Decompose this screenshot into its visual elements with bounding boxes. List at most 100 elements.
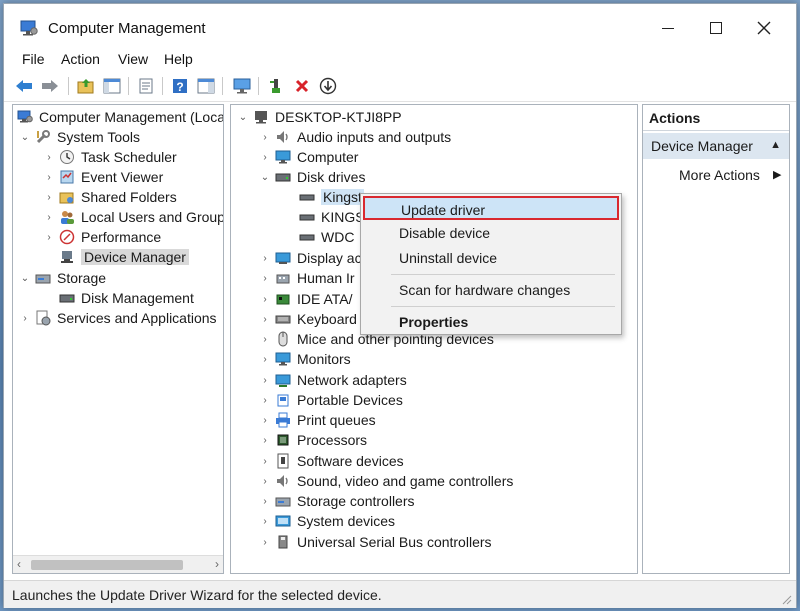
minimize-button[interactable] xyxy=(648,14,688,42)
chevron-right-icon[interactable]: › xyxy=(259,131,271,143)
monitor-icon xyxy=(275,352,291,366)
chevron-down-icon[interactable]: ⌄ xyxy=(259,171,271,183)
uninstall-x-icon[interactable] xyxy=(292,76,312,96)
properties-icon[interactable] xyxy=(136,76,156,96)
device-category-audio[interactable]: › Audio inputs and outputs xyxy=(259,127,451,147)
device-category-software[interactable]: › Software devices xyxy=(259,451,403,471)
tree-node-event-viewer[interactable]: › Event Viewer xyxy=(43,167,163,187)
update-driver-menu-item[interactable]: Update driver xyxy=(363,196,619,220)
update-driver-label: Update driver xyxy=(401,202,486,218)
chevron-right-icon[interactable]: › xyxy=(259,293,271,305)
chevron-right-icon[interactable]: › xyxy=(259,151,271,163)
device-category-network[interactable]: › Network adapters xyxy=(259,370,406,390)
close-button[interactable] xyxy=(744,14,784,42)
scroll-right-icon[interactable]: › xyxy=(215,557,219,571)
resize-grip-icon[interactable] xyxy=(780,593,792,605)
device-category-disk-drives[interactable]: ⌄ Disk drives xyxy=(259,167,366,187)
scan-hardware-menu-item[interactable]: Scan for hardware changes xyxy=(363,278,619,302)
chevron-right-icon[interactable]: › xyxy=(259,252,271,264)
chevron-right-icon[interactable]: › xyxy=(259,495,271,507)
device-category-storage-controllers[interactable]: › Storage controllers xyxy=(259,491,414,511)
uninstall-device-menu-item[interactable]: Uninstall device xyxy=(363,246,619,270)
device-category-sound[interactable]: › Sound, video and game controllers xyxy=(259,471,513,491)
help-pane-icon[interactable] xyxy=(196,76,216,96)
device-category-label: Sound, video and game controllers xyxy=(297,473,514,489)
collapse-triangle-icon[interactable]: ▲ xyxy=(770,139,781,151)
console-tree-pane[interactable]: Computer Management (Local ⌄ System Tool… xyxy=(12,104,224,574)
chevron-down-icon[interactable]: ⌄ xyxy=(237,111,249,123)
tree-node-services[interactable]: › Services and Applications xyxy=(19,308,216,328)
device-disk-1[interactable]: Kingst xyxy=(299,187,364,207)
menu-bar: File Action View Help xyxy=(4,48,796,70)
menu-file[interactable]: File xyxy=(22,51,45,67)
scan-hardware-icon[interactable] xyxy=(266,76,286,96)
device-category-ide[interactable]: › IDE ATA/ xyxy=(259,289,352,309)
chevron-right-icon[interactable]: › xyxy=(43,231,55,243)
tree-node-system-tools[interactable]: ⌄ System Tools xyxy=(19,127,140,147)
chevron-right-icon[interactable]: › xyxy=(259,455,271,467)
menu-help[interactable]: Help xyxy=(164,51,193,67)
device-category-keyboards[interactable]: › Keyboard xyxy=(259,309,357,329)
device-category-usb[interactable]: › Universal Serial Bus controllers xyxy=(259,532,491,552)
device-category-human[interactable]: › Human Ir xyxy=(259,268,354,288)
tree-node-shared-folders[interactable]: › Shared Folders xyxy=(43,187,176,207)
device-category-display[interactable]: › Display ac xyxy=(259,248,361,268)
chevron-right-icon[interactable]: › xyxy=(43,191,55,203)
properties-menu-item[interactable]: Properties xyxy=(363,310,619,334)
tree-node-root[interactable]: Computer Management (Local xyxy=(17,107,223,127)
chevron-right-icon[interactable]: › xyxy=(259,353,271,365)
tree-node-device-manager[interactable]: Device Manager xyxy=(43,247,189,267)
actions-section-device-manager[interactable]: Device Manager ▲ xyxy=(643,133,789,159)
chevron-down-icon[interactable]: ⌄ xyxy=(19,131,31,143)
chevron-right-icon[interactable]: › xyxy=(259,333,271,345)
chevron-right-icon[interactable]: › xyxy=(43,151,55,163)
more-actions-arrow-icon[interactable]: ▶ xyxy=(773,168,781,181)
chevron-right-icon[interactable]: › xyxy=(259,515,271,527)
device-category-label: Monitors xyxy=(297,351,351,367)
show-hide-console-tree-icon[interactable] xyxy=(102,76,122,96)
chevron-right-icon[interactable]: › xyxy=(259,475,271,487)
device-category-system[interactable]: › System devices xyxy=(259,511,395,531)
tree-node-disk-management[interactable]: Disk Management xyxy=(43,288,194,308)
device-category-portable[interactable]: › Portable Devices xyxy=(259,390,403,410)
chevron-right-icon[interactable]: › xyxy=(259,414,271,426)
forward-arrow-icon[interactable] xyxy=(40,76,60,96)
tree-node-storage[interactable]: ⌄ Storage xyxy=(19,268,106,288)
chevron-right-icon[interactable]: › xyxy=(259,374,271,386)
device-category-label: Audio inputs and outputs xyxy=(297,129,452,145)
chevron-right-icon[interactable]: › xyxy=(259,434,271,446)
maximize-button[interactable] xyxy=(696,14,736,42)
chevron-right-icon[interactable]: › xyxy=(19,312,31,324)
device-root[interactable]: ⌄ DESKTOP-KTJI8PP xyxy=(237,107,402,127)
menu-action[interactable]: Action xyxy=(61,51,100,67)
tree-node-local-users[interactable]: › Local Users and Groups xyxy=(43,207,223,227)
chevron-right-icon[interactable]: › xyxy=(43,171,55,183)
device-disk-3[interactable]: WDC xyxy=(299,227,354,247)
more-actions-link[interactable]: More Actions xyxy=(679,167,760,183)
chevron-right-icon[interactable]: › xyxy=(259,272,271,284)
chevron-right-icon[interactable]: › xyxy=(259,313,271,325)
device-category-print[interactable]: › Print queues xyxy=(259,410,375,430)
back-arrow-icon[interactable] xyxy=(14,76,34,96)
up-folder-icon[interactable] xyxy=(76,76,96,96)
chevron-down-icon[interactable]: ⌄ xyxy=(19,272,31,284)
scrollbar-thumb[interactable] xyxy=(31,560,183,570)
horizontal-scrollbar[interactable]: ‹ › xyxy=(13,555,223,573)
device-category-processors[interactable]: › Processors xyxy=(259,430,367,450)
help-icon[interactable]: ? xyxy=(170,76,190,96)
device-disk-2[interactable]: KINGS xyxy=(299,207,365,227)
tree-node-performance[interactable]: › Performance xyxy=(43,227,161,247)
disable-device-menu-item[interactable]: Disable device xyxy=(363,221,619,245)
chevron-right-icon[interactable]: › xyxy=(43,211,55,223)
chevron-right-icon[interactable]: › xyxy=(259,536,271,548)
device-category-computer[interactable]: › Computer xyxy=(259,147,358,167)
chevron-right-icon[interactable]: › xyxy=(259,394,271,406)
context-menu: Update driver Disable device Uninstall d… xyxy=(360,193,622,335)
menu-view[interactable]: View xyxy=(118,51,148,67)
device-tree-pane[interactable]: ⌄ DESKTOP-KTJI8PP › Audio inputs and out… xyxy=(230,104,638,574)
monitor-icon[interactable] xyxy=(232,76,252,96)
update-driver-icon[interactable] xyxy=(318,76,338,96)
device-category-monitors[interactable]: › Monitors xyxy=(259,349,351,369)
tree-node-task-scheduler[interactable]: › Task Scheduler xyxy=(43,147,176,167)
scroll-left-icon[interactable]: ‹ xyxy=(17,557,21,571)
